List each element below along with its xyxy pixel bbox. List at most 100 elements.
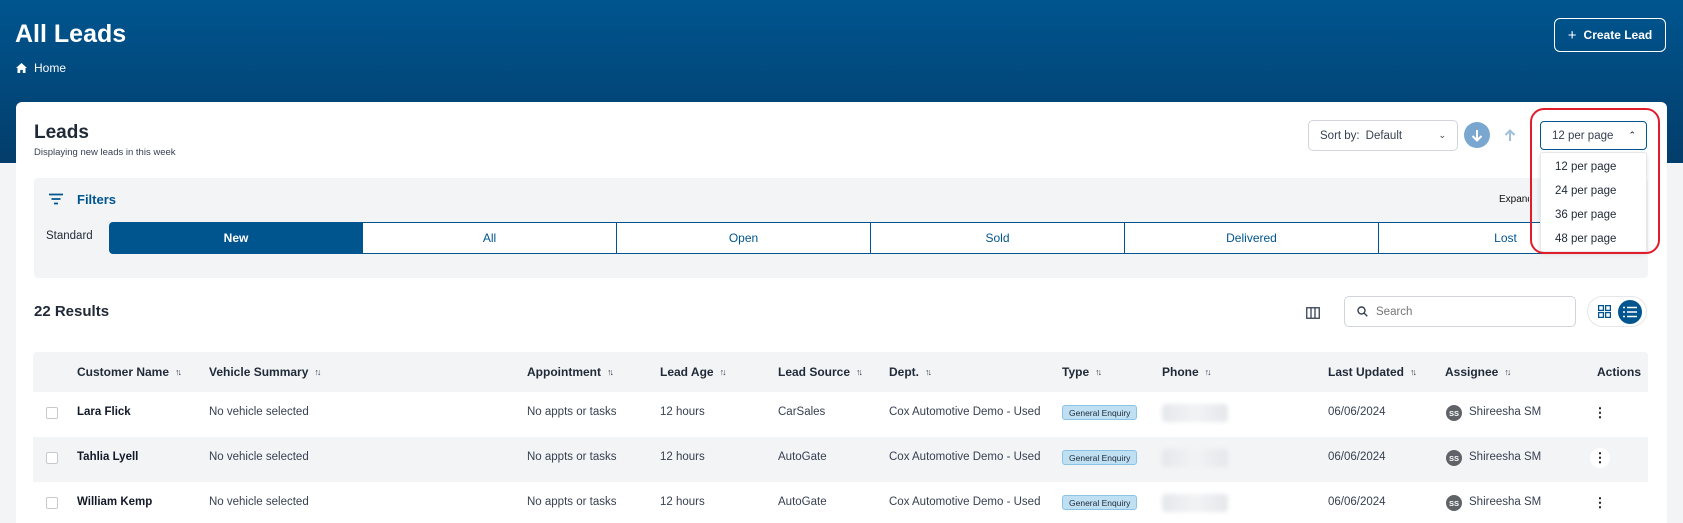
type-badge: General Enquiry xyxy=(1062,450,1138,465)
col-lead-source[interactable]: Lead Source ↑↓ xyxy=(778,365,863,379)
col-appointment[interactable]: Appointment ↑↓ xyxy=(527,365,614,379)
dept: Cox Automotive Demo - Used xyxy=(889,406,1041,418)
leads-subtitle: Displaying new leads in this week xyxy=(34,147,176,158)
view-toggle xyxy=(1587,296,1647,327)
col-type[interactable]: Type ↑↓ xyxy=(1062,365,1102,379)
grid-icon xyxy=(1597,305,1611,318)
tab-all[interactable]: All xyxy=(363,222,617,254)
row-checkbox[interactable] xyxy=(46,407,58,419)
col-label: Actions xyxy=(1597,365,1642,379)
page-title: All Leads xyxy=(15,20,127,48)
avatar: SS xyxy=(1446,405,1462,421)
sort-icon: ↑↓ xyxy=(719,367,727,377)
sort-select[interactable]: Sort by: Default ⌄ xyxy=(1308,120,1458,151)
tab-sold[interactable]: Sold xyxy=(871,222,1125,254)
results-count: 22 Results xyxy=(34,303,110,320)
sort-ascending-button[interactable] xyxy=(1497,122,1523,148)
col-assignee[interactable]: Assignee ↑↓ xyxy=(1445,365,1511,379)
breadcrumb-home[interactable]: Home xyxy=(34,61,66,75)
col-label: Assignee xyxy=(1445,365,1499,379)
sort-label: Sort by: xyxy=(1320,129,1360,142)
sort-icon: ↑↓ xyxy=(175,367,182,377)
list-view-button[interactable] xyxy=(1618,299,1642,324)
customer-name[interactable]: Tahlia Lyell xyxy=(77,451,138,463)
col-label: Lead Source xyxy=(778,365,851,379)
phone-redacted xyxy=(1162,404,1228,422)
col-vehicle-summary[interactable]: Vehicle Summary ↑↓ xyxy=(209,365,321,379)
type-badge: General Enquiry xyxy=(1062,405,1138,420)
tab-delivered[interactable]: Delivered xyxy=(1125,222,1379,254)
appointment: No appts or tasks xyxy=(527,496,617,508)
arrow-up-icon xyxy=(1504,128,1516,141)
sort-value: Default xyxy=(1365,129,1403,142)
col-label: Appointment xyxy=(527,365,601,379)
search-box[interactable] xyxy=(1344,296,1576,327)
home-icon xyxy=(16,63,27,73)
sort-icon: ↑↓ xyxy=(1410,367,1417,377)
col-actions: Actions xyxy=(1597,365,1641,379)
col-label: Customer Name xyxy=(77,365,170,379)
lead-age: 12 hours xyxy=(660,451,705,463)
row-checkbox[interactable] xyxy=(46,497,58,509)
sort-icon: ↑↓ xyxy=(314,367,321,377)
appointment: No appts or tasks xyxy=(527,451,617,463)
sort-icon: ↑↓ xyxy=(925,367,932,377)
customer-name[interactable]: William Kemp xyxy=(77,496,152,508)
expand-all-link[interactable]: Expand All xyxy=(1499,194,1529,205)
chevron-down-icon: ⌄ xyxy=(1438,130,1446,140)
column-settings-button[interactable] xyxy=(1300,301,1326,325)
standard-label: Standard xyxy=(46,230,93,242)
sort-icon: ↑↓ xyxy=(1095,367,1102,377)
col-phone[interactable]: Phone ↑↓ xyxy=(1162,365,1212,379)
col-label: Dept. xyxy=(889,365,919,379)
col-label: Lead Age xyxy=(660,365,714,379)
sort-descending-button[interactable] xyxy=(1464,122,1490,148)
lead-age: 12 hours xyxy=(660,496,705,508)
status-tabs: New All Open Sold Delivered Lost xyxy=(109,222,1639,254)
arrow-down-icon xyxy=(1471,129,1483,142)
tab-new[interactable]: New xyxy=(109,222,363,254)
col-dept[interactable]: Dept. ↑↓ xyxy=(889,365,932,379)
customer-name[interactable]: Lara Flick xyxy=(77,406,131,418)
search-input[interactable] xyxy=(1376,305,1556,318)
appointment: No appts or tasks xyxy=(527,406,617,418)
vehicle-summary: No vehicle selected xyxy=(209,451,309,463)
highlight-annotation xyxy=(1530,108,1660,254)
dept: Cox Automotive Demo - Used xyxy=(889,496,1041,508)
search-icon xyxy=(1357,306,1368,317)
grid-view-button[interactable] xyxy=(1592,300,1616,324)
col-lead-age[interactable]: Lead Age ↑↓ xyxy=(660,365,727,379)
lead-age: 12 hours xyxy=(660,406,705,418)
col-label: Type xyxy=(1062,365,1090,379)
avatar: SS xyxy=(1446,495,1462,511)
vehicle-summary: No vehicle selected xyxy=(209,496,309,508)
sort-icon: ↑↓ xyxy=(1204,367,1212,377)
row-checkbox[interactable] xyxy=(46,452,58,464)
lead-source: CarSales xyxy=(778,406,826,418)
more-actions-icon[interactable]: ⋮ xyxy=(1590,448,1610,468)
last-updated: 06/06/2024 xyxy=(1328,406,1386,418)
last-updated: 06/06/2024 xyxy=(1328,496,1386,508)
col-last-updated[interactable]: Last Updated ↑↓ xyxy=(1328,365,1417,379)
assignee-name: Shireesha SM xyxy=(1469,406,1542,418)
list-icon xyxy=(1623,306,1637,317)
more-actions-icon[interactable]: ⋮ xyxy=(1590,493,1610,513)
lead-source: AutoGate xyxy=(778,451,827,463)
create-lead-button[interactable]: + Create Lead xyxy=(1554,18,1666,52)
type-badge: General Enquiry xyxy=(1062,495,1138,510)
dept: Cox Automotive Demo - Used xyxy=(889,451,1041,463)
sort-icon: ↑↓ xyxy=(1504,367,1511,377)
sort-icon: ↑↓ xyxy=(856,367,863,377)
assignee-name: Shireesha SM xyxy=(1469,496,1542,508)
columns-icon xyxy=(1306,307,1320,319)
phone-redacted xyxy=(1162,494,1228,512)
breadcrumb[interactable]: Home xyxy=(16,61,66,75)
plus-icon: + xyxy=(1567,26,1577,44)
filters-toggle[interactable]: Filters xyxy=(77,192,116,207)
col-customer-name[interactable]: Customer Name ↑↓ xyxy=(77,365,182,379)
more-actions-icon[interactable]: ⋮ xyxy=(1590,403,1610,423)
col-label: Vehicle Summary xyxy=(209,365,309,379)
leads-title: Leads xyxy=(34,122,89,143)
tab-open[interactable]: Open xyxy=(617,222,871,254)
assignee-name: Shireesha SM xyxy=(1469,451,1542,463)
